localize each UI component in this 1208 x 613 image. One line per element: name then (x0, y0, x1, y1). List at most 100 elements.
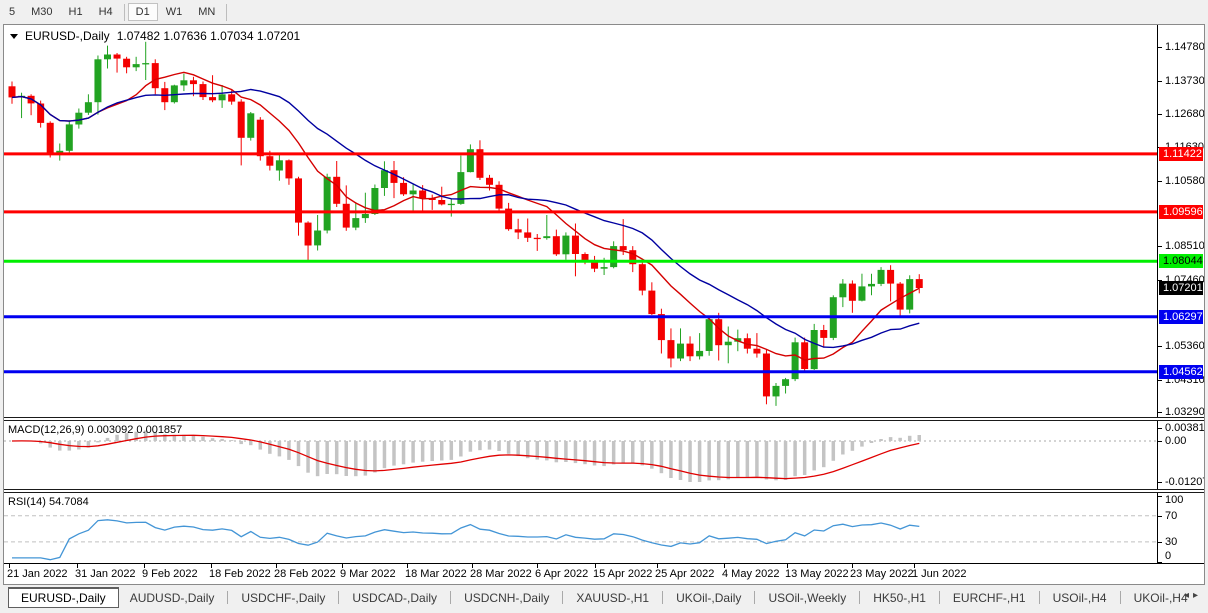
timeframe-w1-button[interactable]: W1 (158, 3, 191, 21)
tab-scroll-left-icon[interactable]: ◂ (1184, 590, 1193, 601)
axis-tick (1158, 114, 1162, 115)
date-tick-label: 28 Feb 2022 (274, 568, 336, 580)
tab-audusd-daily[interactable]: AUDUSD-,Daily (119, 588, 226, 608)
tab-separator (754, 591, 755, 604)
axis-tick (1158, 428, 1162, 429)
price-level-chip: 1.04562 (1159, 365, 1203, 379)
symbol-dropdown-icon[interactable] (10, 34, 18, 39)
axis-tick: 1.10580 (1165, 175, 1204, 187)
rsi-chart-svg[interactable] (4, 493, 1157, 563)
axis-tick: 1.08510 (1165, 240, 1204, 252)
tab-usoil-h4[interactable]: USOil-,H4 (1042, 588, 1118, 608)
axis-tick (1158, 380, 1162, 381)
axis-tick: 0.003814 (1165, 422, 1204, 434)
tab-separator (1039, 591, 1040, 604)
timeframe-mn-button[interactable]: MN (190, 3, 223, 21)
date-tick-label: 6 Apr 2022 (535, 568, 588, 580)
tab-separator (562, 591, 563, 604)
date-tick-label: 21 Jan 2022 (7, 568, 68, 580)
date-tick-label: 23 May 2022 (850, 568, 914, 580)
axis-tick (1158, 412, 1162, 413)
date-tick-label: 1 Jun 2022 (912, 568, 966, 580)
date-tick-label: 13 May 2022 (785, 568, 849, 580)
tab-separator (450, 591, 451, 604)
date-axis[interactable]: 21 Jan 202231 Jan 20229 Feb 202218 Feb 2… (4, 563, 1204, 581)
rsi-axis: 100 70 30 0 (1157, 493, 1204, 563)
tab-separator (939, 591, 940, 604)
axis-tick (1158, 441, 1162, 442)
axis-tick (1158, 181, 1162, 182)
price-level-chip: 1.08044 (1159, 254, 1203, 268)
price-level-chip: 1.07201 (1159, 281, 1203, 295)
date-tick-label: 28 Mar 2022 (470, 568, 532, 580)
tab-xauusd-h1[interactable]: XAUUSD-,H1 (565, 588, 660, 608)
axis-tick (1158, 47, 1162, 48)
macd-indicator-label: MACD(12,26,9) 0.003092 0.001857 (8, 424, 182, 436)
date-tick-label: 4 May 2022 (722, 568, 779, 580)
macd-plot[interactable]: MACD(12,26,9) 0.003092 0.001857 (4, 421, 1157, 489)
chart-window: EURUSD-,Daily 1.07482 1.07636 1.07034 1.… (3, 24, 1205, 585)
tab-eurchf-h1[interactable]: EURCHF-,H1 (942, 588, 1037, 608)
tab-eurusd-daily[interactable]: EURUSD-,Daily (8, 587, 119, 608)
tab-separator (338, 591, 339, 604)
tab-usdcad-daily[interactable]: USDCAD-,Daily (341, 588, 448, 608)
axis-tick: 70 (1165, 510, 1177, 522)
date-tick-label: 9 Feb 2022 (142, 568, 198, 580)
tab-usoil-weekly[interactable]: USOil-,Weekly (757, 588, 857, 608)
axis-tick (1158, 246, 1162, 247)
axis-tick (1158, 346, 1162, 347)
price-axis[interactable]: 1.147801.137301.126801.116301.105801.085… (1157, 25, 1204, 417)
macd-axis: 0.0038140.00 -0.012077 (1157, 421, 1204, 489)
price-pane: EURUSD-,Daily 1.07482 1.07636 1.07034 1.… (4, 25, 1204, 417)
rsi-indicator-label: RSI(14) 54.7084 (8, 496, 89, 508)
price-level-chip: 1.11422 (1159, 147, 1203, 161)
tab-scroll-right-icon[interactable]: ▸ (1193, 590, 1202, 601)
date-tick-label: 31 Jan 2022 (75, 568, 136, 580)
rsi-plot[interactable]: RSI(14) 54.7084 (4, 493, 1157, 563)
axis-tick: 100 (1165, 494, 1183, 506)
timeframe-h4-button[interactable]: H4 (91, 3, 121, 21)
tab-hk50-h1[interactable]: HK50-,H1 (862, 588, 937, 608)
axis-tick: 0.00 (1165, 435, 1186, 447)
tab-usdchf-daily[interactable]: USDCHF-,Daily (230, 588, 336, 608)
price-chart-svg[interactable] (4, 25, 1157, 417)
toolbar-separator (226, 4, 227, 21)
axis-tick: -0.012077 (1165, 476, 1204, 488)
macd-pane: MACD(12,26,9) 0.003092 0.001857 0.003814… (4, 421, 1204, 489)
timeframe-m5-button[interactable]: 5 (1, 3, 23, 21)
chart-title: EURUSD-,Daily 1.07482 1.07636 1.07034 1.… (10, 29, 300, 43)
date-tick-label: 25 Apr 2022 (655, 568, 714, 580)
tab-scroll-buttons: ◂▸ (1184, 590, 1202, 601)
timeframe-d1-button[interactable]: D1 (128, 3, 158, 21)
date-tick-label: 9 Mar 2022 (340, 568, 396, 580)
price-level-chip: 1.09596 (1159, 205, 1203, 219)
axis-tick: 1.13730 (1165, 75, 1204, 87)
toolbar-separator (124, 4, 125, 21)
axis-tick (1158, 496, 1162, 497)
axis-tick (1158, 542, 1162, 543)
tab-separator (859, 591, 860, 604)
timeframe-h1-button[interactable]: H1 (61, 3, 91, 21)
tab-separator (1120, 591, 1121, 604)
rsi-pane: RSI(14) 54.7084 100 70 30 0 (4, 493, 1204, 563)
chart-symbol-label: EURUSD-,Daily (25, 29, 110, 43)
candlestick-plot[interactable]: EURUSD-,Daily 1.07482 1.07636 1.07034 1.… (4, 25, 1157, 417)
tab-ukoil-daily[interactable]: UKOil-,Daily (665, 588, 752, 608)
axis-tick (1158, 516, 1162, 517)
tab-separator (227, 591, 228, 604)
axis-tick: 0 (1165, 550, 1171, 562)
chart-ohlc-values: 1.07482 1.07636 1.07034 1.07201 (117, 29, 301, 43)
axis-tick: 1.12680 (1165, 108, 1204, 120)
axis-tick (1158, 81, 1162, 82)
date-tick-label: 18 Mar 2022 (405, 568, 467, 580)
tab-usdcnh-daily[interactable]: USDCNH-,Daily (453, 588, 560, 608)
axis-tick (1158, 482, 1162, 483)
price-level-chip: 1.06297 (1159, 310, 1203, 324)
symbol-tabbar: EURUSD-,Daily AUDUSD-,Daily USDCHF-,Dail… (0, 585, 1208, 610)
axis-tick: 30 (1165, 536, 1177, 548)
tab-separator (662, 591, 663, 604)
timeframe-m30-button[interactable]: M30 (23, 3, 60, 21)
date-tick-label: 15 Apr 2022 (593, 568, 652, 580)
axis-tick: 1.05360 (1165, 340, 1204, 352)
timeframe-toolbar: 5 M30 H1 H4 D1 W1 MN (0, 0, 1208, 24)
